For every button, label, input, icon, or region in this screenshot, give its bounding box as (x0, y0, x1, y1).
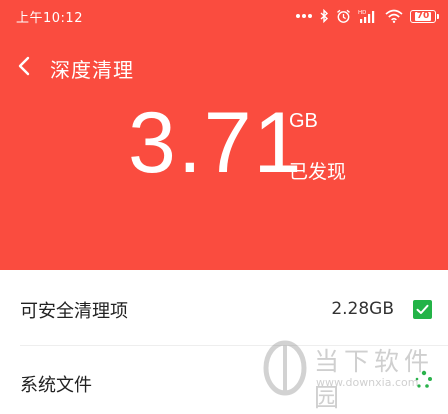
list-item-label: 可安全清理项 (20, 301, 128, 322)
bluetooth-icon (320, 9, 329, 23)
chevron-left-icon (18, 56, 30, 76)
watermark-url: www.downxia.com (316, 376, 419, 389)
found-label: 已发现 (289, 161, 347, 183)
found-size-value: 3.71 (128, 95, 304, 191)
network-badge: HD (358, 10, 366, 16)
found-size-unit: GB (289, 110, 318, 132)
status-icons: HD 70 (295, 6, 439, 26)
status-bar: 上午10:12 HD 70 (0, 0, 448, 32)
header-panel: 上午10:12 HD 70 深度清理 3.71 GB 已发现 (0, 0, 448, 270)
list-item-label: 系统文件 (20, 375, 92, 396)
status-time: 上午10:12 (16, 11, 83, 26)
battery-icon: 70 (410, 9, 439, 23)
list-item-safe-clean[interactable]: 可安全清理项 2.28GB (0, 270, 448, 346)
alarm-icon (337, 9, 350, 23)
page-title: 深度清理 (50, 58, 134, 82)
battery-level: 70 (414, 10, 432, 21)
signal-icon: HD (358, 10, 375, 23)
list-item-size: 2.28GB (331, 299, 394, 319)
wifi-icon (385, 9, 403, 23)
select-checkbox[interactable] (413, 300, 432, 319)
nav-bar: 深度清理 (0, 44, 448, 88)
watermark: 当下软件园 www.downxia.com (262, 338, 448, 412)
more-dots-icon (296, 14, 312, 18)
back-button[interactable] (14, 52, 38, 80)
checkmark-icon (416, 304, 429, 314)
watermark-logo-icon (263, 340, 307, 396)
